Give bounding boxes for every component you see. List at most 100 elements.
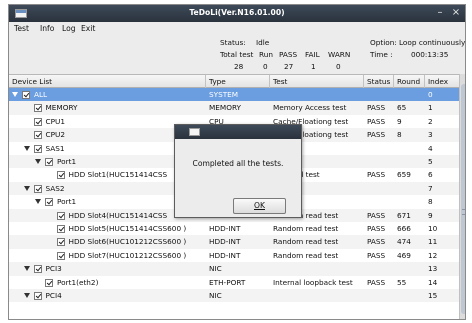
cell-test: Memory Access test bbox=[273, 103, 347, 113]
dialog-message: Completed all the tests. bbox=[192, 159, 284, 168]
status-value: Idle bbox=[256, 38, 270, 47]
cell-round: 671 bbox=[397, 210, 411, 220]
cell-round bbox=[397, 262, 424, 275]
time-label: Time : bbox=[370, 50, 393, 59]
row-checkbox[interactable] bbox=[56, 171, 65, 180]
table-row[interactable]: HDD Slot7(HUC101212CSS600 ) HDD-INT Random… bbox=[9, 249, 459, 262]
cell-index: 11 bbox=[428, 237, 438, 247]
cell-test bbox=[273, 88, 363, 101]
window-title: TeDoLi(Ver.N16.01.00) bbox=[189, 8, 285, 17]
row-checkbox[interactable] bbox=[33, 104, 42, 113]
device-name: PCI3 bbox=[45, 264, 62, 274]
table-row[interactable]: HDD Slot5(HUC151414CSS600 ) HDD-INT Random… bbox=[9, 222, 459, 235]
menu-log[interactable]: Log bbox=[62, 24, 76, 33]
expand-arrow-icon[interactable] bbox=[12, 92, 18, 97]
device-name: CPU2 bbox=[45, 130, 65, 140]
column-header-test[interactable]: Test bbox=[270, 75, 364, 88]
cell-round bbox=[397, 88, 424, 101]
row-checkbox[interactable] bbox=[56, 211, 65, 220]
cell-type: HDD-INT bbox=[209, 224, 241, 233]
expand-arrow-icon[interactable] bbox=[23, 185, 30, 191]
table-row[interactable]: HDD Slot6(HUC101212CSS600 ) HDD-INT Random… bbox=[9, 235, 459, 249]
completion-dialog: Completed all the tests. OK bbox=[174, 124, 302, 218]
row-checkbox[interactable] bbox=[33, 144, 42, 153]
row-checkbox[interactable] bbox=[56, 225, 65, 233]
warn-value: 0 bbox=[336, 62, 341, 71]
device-name: Port1(eth2) bbox=[57, 277, 99, 287]
run-value: 0 bbox=[263, 62, 268, 71]
cell-test: Random read test bbox=[273, 224, 339, 233]
cell-round: 474 bbox=[397, 237, 411, 247]
device-name: HDD Slot6(HUC101212CSS600 ) bbox=[68, 237, 187, 247]
column-header-round[interactable]: Round bbox=[394, 75, 425, 88]
expand-arrow-icon[interactable] bbox=[35, 159, 41, 164]
pass-label: PASS bbox=[279, 50, 298, 59]
row-checkbox[interactable] bbox=[22, 91, 30, 99]
row-checkbox[interactable] bbox=[33, 117, 42, 126]
table-row[interactable]: PCI3 NIC 13 bbox=[9, 262, 459, 276]
vertical-scrollbar[interactable] bbox=[459, 74, 465, 319]
device-name: HDD Slot7(HUC101212CSS600 ) bbox=[68, 250, 187, 260]
cell-status bbox=[367, 155, 395, 168]
cell-index: 8 bbox=[428, 197, 433, 207]
cell-round bbox=[397, 182, 424, 195]
grip-icon bbox=[462, 209, 465, 215]
run-label: Run bbox=[259, 50, 273, 59]
table-row[interactable]: Port1(eth2) ETH-PORT Internal loopback tes… bbox=[9, 276, 459, 289]
cell-status bbox=[367, 195, 395, 208]
cell-index: 13 bbox=[428, 264, 438, 274]
title-bar[interactable]: TeDoLi(Ver.N16.01.00) – × bbox=[9, 5, 465, 22]
cell-round bbox=[397, 289, 424, 302]
cell-round: 469 bbox=[397, 250, 411, 260]
device-name: PCI4 bbox=[45, 291, 62, 300]
expand-arrow-icon[interactable] bbox=[23, 266, 30, 272]
cell-type: NIC bbox=[209, 291, 222, 300]
expand-arrow-icon[interactable] bbox=[23, 293, 30, 298]
cell-index: 0 bbox=[428, 90, 433, 99]
column-header-index[interactable]: Index bbox=[425, 75, 459, 88]
row-checkbox[interactable] bbox=[33, 131, 42, 140]
cell-status bbox=[367, 142, 395, 155]
dialog-title-bar[interactable] bbox=[175, 125, 301, 139]
row-checkbox[interactable] bbox=[33, 292, 42, 300]
expand-arrow-icon[interactable] bbox=[23, 145, 30, 151]
cell-type: ETH-PORT bbox=[209, 277, 246, 287]
close-icon[interactable]: × bbox=[449, 6, 463, 20]
cell-round: 8 bbox=[397, 130, 402, 140]
row-checkbox[interactable] bbox=[56, 251, 65, 260]
row-checkbox[interactable] bbox=[45, 198, 53, 207]
cell-status: PASS bbox=[367, 237, 386, 247]
warn-label: WARN bbox=[328, 50, 351, 59]
cell-index: 4 bbox=[428, 143, 433, 153]
column-header-status[interactable]: Status bbox=[364, 75, 394, 88]
table-row[interactable]: PCI4 NIC 15 bbox=[9, 289, 459, 303]
table-row[interactable]: MEMORY MEMORY Memory Access test PASS 65 1 bbox=[9, 101, 459, 115]
cell-index: 9 bbox=[428, 210, 433, 220]
row-checkbox[interactable] bbox=[56, 238, 65, 247]
row-checkbox[interactable] bbox=[33, 184, 42, 193]
expand-arrow-icon[interactable] bbox=[35, 199, 41, 205]
cell-round bbox=[397, 195, 424, 208]
menu-info[interactable]: Info bbox=[40, 24, 54, 33]
cell-round: 9 bbox=[397, 116, 402, 126]
minimize-icon[interactable]: – bbox=[433, 6, 447, 20]
table-row[interactable]: ALL SYSTEM 0 bbox=[9, 88, 459, 102]
scrollbar-thumb[interactable] bbox=[461, 84, 465, 314]
menu-exit[interactable]: Exit bbox=[81, 24, 95, 33]
option-label: Option: bbox=[370, 38, 397, 47]
row-checkbox[interactable] bbox=[45, 278, 53, 287]
menu-test[interactable]: Test bbox=[14, 24, 29, 33]
device-name: HDD Slot5(HUC151414CSS600 ) bbox=[68, 224, 187, 233]
cell-test: Internal loopback test bbox=[273, 277, 353, 287]
cell-status: PASS bbox=[367, 277, 386, 287]
column-header-type[interactable]: Type bbox=[206, 75, 270, 88]
column-header-device-list[interactable]: Device List bbox=[9, 75, 206, 88]
device-name: SAS2 bbox=[45, 183, 65, 193]
row-checkbox[interactable] bbox=[33, 265, 42, 274]
row-checkbox[interactable] bbox=[45, 158, 53, 166]
cell-round: 55 bbox=[397, 277, 407, 287]
cell-status: PASS bbox=[367, 116, 386, 126]
cell-status bbox=[367, 182, 395, 195]
ok-button[interactable]: OK bbox=[233, 198, 286, 214]
cell-status: PASS bbox=[367, 130, 386, 140]
